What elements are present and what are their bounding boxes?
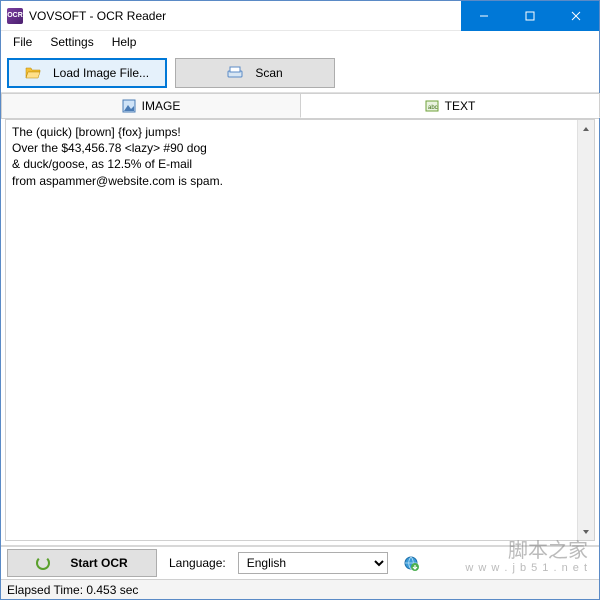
minimize-icon [479,11,489,21]
language-download-button[interactable] [400,552,422,574]
tab-image[interactable]: IMAGE [1,93,301,118]
menu-help[interactable]: Help [104,33,145,51]
scroll-up-icon[interactable] [578,120,594,137]
menu-file[interactable]: File [5,33,40,51]
language-select[interactable]: English [238,552,388,574]
bottom-bar: Start OCR Language: English [1,545,599,579]
menu-settings[interactable]: Settings [42,33,101,51]
elapsed-time: Elapsed Time: 0.453 sec [7,583,138,597]
titlebar: OCR VOVSOFT - OCR Reader [1,1,599,31]
window-controls [461,1,599,30]
spinner-icon [36,556,50,570]
close-button[interactable] [553,1,599,31]
tab-bar: IMAGE abc TEXT [1,93,599,119]
scanner-icon [227,65,243,81]
app-window: OCR VOVSOFT - OCR Reader File Settings H… [0,0,600,600]
text-icon: abc [425,99,439,113]
maximize-button[interactable] [507,1,553,31]
load-image-button[interactable]: Load Image File... [7,58,167,88]
vertical-scrollbar[interactable] [577,120,594,540]
svg-text:abc: abc [428,105,438,111]
tab-text[interactable]: abc TEXT [300,93,600,118]
window-title: VOVSOFT - OCR Reader [29,9,461,23]
content-area [5,119,595,541]
tab-image-label: IMAGE [142,99,181,113]
image-icon [122,99,136,113]
language-label: Language: [169,556,226,570]
globe-icon [403,555,419,571]
scroll-down-icon[interactable] [578,523,594,540]
minimize-button[interactable] [461,1,507,31]
status-bar: Elapsed Time: 0.453 sec [1,579,599,599]
app-icon: OCR [7,8,23,24]
scan-label: Scan [255,66,282,80]
toolbar: Load Image File... Scan [1,53,599,93]
folder-open-icon [25,65,41,81]
load-image-label: Load Image File... [53,66,149,80]
maximize-icon [525,11,535,21]
start-ocr-label: Start OCR [70,556,127,570]
start-ocr-button[interactable]: Start OCR [7,549,157,577]
scan-button[interactable]: Scan [175,58,335,88]
close-icon [571,11,581,21]
tab-text-label: TEXT [445,99,476,113]
menubar: File Settings Help [1,31,599,53]
ocr-text-output[interactable] [6,120,577,540]
